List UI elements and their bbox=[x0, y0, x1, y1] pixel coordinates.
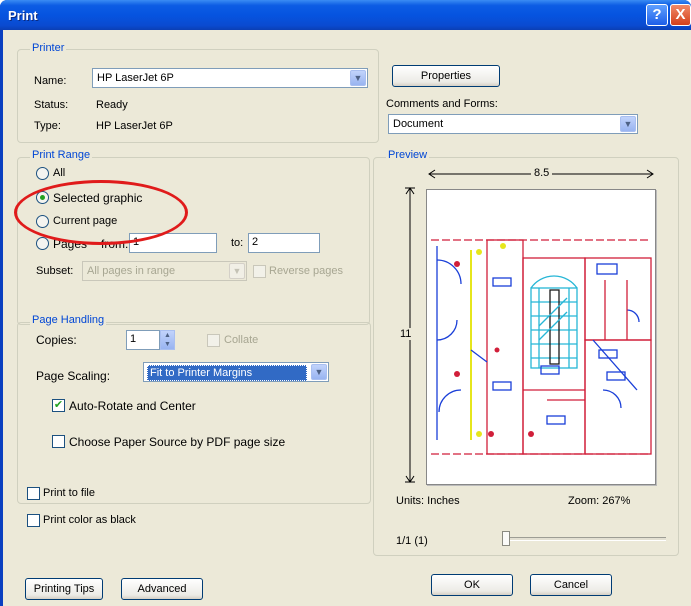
chevron-down-icon[interactable]: ▼ bbox=[620, 116, 636, 132]
preview-slider-thumb[interactable] bbox=[502, 531, 510, 546]
page-handling-group bbox=[17, 322, 371, 504]
autorotate-checkbox[interactable]: ✔ bbox=[52, 399, 65, 412]
floor-plan-drawing bbox=[431, 239, 652, 455]
preview-zoom-label: Zoom: 267% bbox=[568, 495, 631, 507]
subset-select[interactable]: All pages in range ▼ bbox=[82, 261, 247, 281]
chevron-down-icon: ▼ bbox=[229, 263, 245, 279]
printer-name-label: Name: bbox=[34, 75, 67, 87]
print-to-file-checkbox[interactable] bbox=[27, 487, 40, 500]
title-bar[interactable]: Print ? X bbox=[0, 0, 691, 30]
printer-group bbox=[17, 49, 379, 143]
collate-label: Collate bbox=[224, 334, 259, 346]
chevron-down-icon[interactable]: ▼ bbox=[350, 70, 366, 86]
help-icon[interactable]: ? bbox=[646, 4, 668, 26]
print-range-all-radio[interactable] bbox=[36, 167, 49, 180]
print-range-pages-radio[interactable] bbox=[36, 237, 49, 250]
printer-name-select[interactable]: HP LaserJet 6P ▼ bbox=[92, 68, 368, 88]
comments-forms-value: Document bbox=[393, 118, 444, 130]
print-range-all-label: All bbox=[53, 167, 66, 179]
copies-label: Copies: bbox=[36, 333, 77, 347]
pages-to-label: to: bbox=[231, 237, 244, 249]
printer-status-value: Ready bbox=[96, 99, 128, 111]
preview-page bbox=[426, 189, 656, 485]
subset-value: All pages in range bbox=[87, 265, 176, 277]
printer-name-value: HP LaserJet 6P bbox=[97, 72, 174, 84]
printing-tips-button[interactable]: Printing Tips bbox=[25, 578, 103, 600]
preview-units-label: Units: Inches bbox=[396, 495, 460, 507]
pages-to-input[interactable]: 2 bbox=[248, 233, 320, 253]
preview-slider-track[interactable] bbox=[503, 537, 666, 541]
preview-width-label: 8.5 bbox=[531, 167, 553, 179]
ok-button[interactable]: OK bbox=[431, 574, 513, 596]
print-range-group-label: Print Range bbox=[30, 149, 93, 161]
page-scaling-label: Page Scaling: bbox=[36, 369, 111, 383]
printer-status-label: Status: bbox=[34, 99, 69, 111]
collate-checkbox[interactable] bbox=[207, 334, 220, 347]
chevron-down-icon[interactable]: ▼ bbox=[311, 364, 327, 380]
cancel-button[interactable]: Cancel bbox=[530, 574, 612, 596]
printer-type-label: Type: bbox=[34, 120, 61, 132]
preview-page-counter: 1/1 (1) bbox=[396, 535, 428, 547]
reverse-pages-checkbox[interactable] bbox=[253, 265, 266, 278]
properties-button[interactable]: Properties bbox=[392, 65, 500, 87]
copies-spinner[interactable]: ▲ ▼ bbox=[160, 330, 175, 350]
paper-source-checkbox[interactable] bbox=[52, 435, 65, 448]
annotation-ellipse bbox=[14, 180, 188, 245]
copies-input[interactable]: 1 bbox=[126, 330, 160, 350]
reverse-pages-label: Reverse pages bbox=[269, 265, 343, 277]
page-handling-group-label: Page Handling bbox=[30, 314, 107, 326]
comments-forms-label: Comments and Forms: bbox=[386, 98, 498, 110]
print-color-black-label: Print color as black bbox=[43, 514, 136, 526]
paper-source-label: Choose Paper Source by PDF page size bbox=[69, 435, 286, 449]
print-dialog: Print ? X Printer Name: HP LaserJet 6P ▼… bbox=[0, 0, 691, 606]
advanced-button[interactable]: Advanced bbox=[121, 578, 203, 600]
preview-height-label: 11 bbox=[400, 328, 412, 340]
page-scaling-select[interactable]: Fit to Printer Margins ▼ bbox=[143, 362, 329, 382]
comments-forms-select[interactable]: Document ▼ bbox=[388, 114, 638, 134]
page-scaling-value: Fit to Printer Margins bbox=[147, 365, 307, 381]
dialog-title: Print bbox=[8, 8, 38, 23]
print-color-black-checkbox[interactable] bbox=[27, 514, 40, 527]
autorotate-label: Auto-Rotate and Center bbox=[69, 399, 196, 413]
preview-group-label: Preview bbox=[386, 149, 430, 161]
printer-group-label: Printer bbox=[30, 42, 67, 54]
close-icon[interactable]: X bbox=[670, 4, 691, 26]
print-to-file-label: Print to file bbox=[43, 487, 95, 499]
printer-type-value: HP LaserJet 6P bbox=[96, 120, 173, 132]
subset-label: Subset: bbox=[36, 265, 74, 277]
